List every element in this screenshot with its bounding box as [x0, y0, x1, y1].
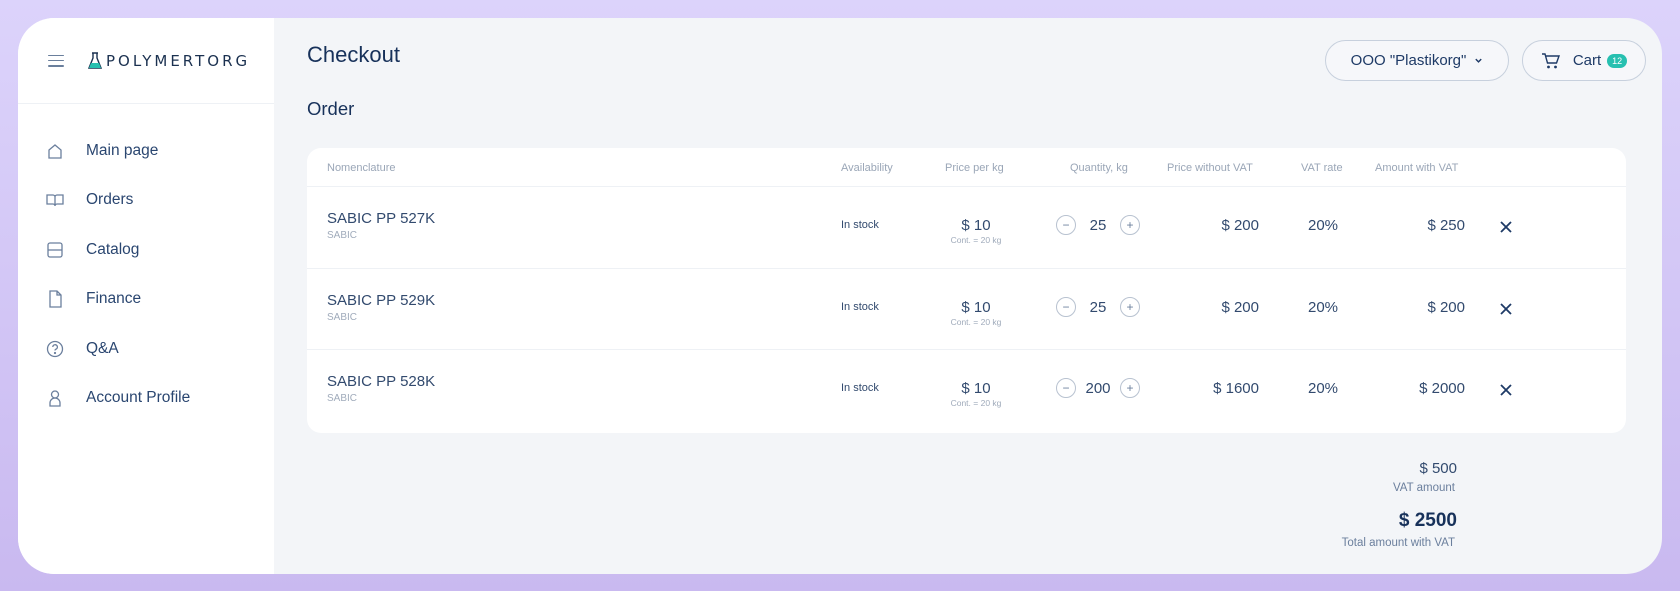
- column-header-vat-rate: VAT rate: [1301, 162, 1343, 174]
- table-row: SABIC PP 528K SABIC In stock $ 10 Cont. …: [307, 350, 1626, 432]
- logo-text: POLYMERTORG: [106, 51, 251, 70]
- order-table: Nomenclature Availability Price per kg Q…: [307, 148, 1626, 433]
- total-amount-label: Total amount with VAT: [1341, 537, 1455, 549]
- chevron-down-icon: [1475, 58, 1483, 63]
- sidebar-item-label: Account Profile: [86, 389, 191, 407]
- question-icon: [46, 340, 64, 358]
- sidebar-nav: Main page Orders Catalog Finance Q&A Acc…: [18, 104, 274, 423]
- sidebar: POLYMERTORG Main page Orders Catalog Fin…: [18, 18, 274, 574]
- sidebar-item-main-page[interactable]: Main page: [18, 126, 274, 176]
- decrease-quantity-button[interactable]: −: [1056, 215, 1076, 235]
- cart-button[interactable]: Cart 12: [1522, 40, 1646, 81]
- product-name[interactable]: SABIC PP 528K: [327, 373, 435, 390]
- quantity-value[interactable]: 25: [1078, 217, 1118, 234]
- column-header-amount-with-vat: Amount with VAT: [1375, 162, 1459, 174]
- sidebar-item-catalog[interactable]: Catalog: [18, 225, 274, 275]
- price-without-vat: $ 1600: [1213, 380, 1259, 397]
- catalog-icon: [46, 241, 64, 259]
- column-header-quantity: Quantity, kg: [1070, 162, 1128, 174]
- sidebar-item-label: Finance: [86, 290, 142, 308]
- main-content: Checkout OOO "Plastikorg" Cart 12 Order …: [274, 18, 1662, 574]
- close-icon[interactable]: [1498, 219, 1514, 235]
- container-info: Cont. = 20 kg: [950, 316, 1002, 327]
- sidebar-item-label: Q&A: [86, 339, 119, 357]
- column-header-price-per-kg: Price per kg: [945, 162, 1004, 174]
- container-info: Cont. = 20 kg: [950, 398, 1002, 408]
- product-name[interactable]: SABIC PP 529K: [327, 292, 435, 309]
- product-brand: SABIC: [327, 311, 358, 323]
- cart-label: Cart: [1572, 52, 1602, 69]
- table-header: Nomenclature Availability Price per kg Q…: [307, 148, 1626, 187]
- document-icon: [46, 290, 64, 308]
- price-per-kg: $ 10: [961, 380, 991, 397]
- book-icon: [46, 191, 64, 209]
- close-icon[interactable]: [1498, 301, 1514, 317]
- availability-status: In stock: [841, 300, 879, 313]
- cart-icon: [1541, 52, 1560, 68]
- sidebar-header: POLYMERTORG: [18, 18, 274, 104]
- availability-status: In stock: [841, 382, 879, 394]
- sidebar-item-finance[interactable]: Finance: [18, 275, 274, 325]
- column-header-nomenclature: Nomenclature: [327, 162, 396, 174]
- menu-icon[interactable]: [48, 54, 64, 67]
- price-per-kg: $ 10: [961, 217, 991, 234]
- amount-with-vat: $ 200: [1427, 298, 1465, 316]
- product-brand: SABIC: [327, 230, 358, 241]
- organization-select-value: OOO "Plastikorg": [1350, 52, 1467, 69]
- logo[interactable]: POLYMERTORG: [88, 52, 250, 70]
- price-per-kg: $ 10: [961, 298, 991, 316]
- page-title: Checkout: [307, 42, 400, 67]
- availability-status: In stock: [841, 219, 879, 231]
- home-icon: [46, 142, 64, 160]
- price-without-vat: $ 200: [1221, 298, 1259, 316]
- sidebar-item-label: Main page: [86, 141, 159, 159]
- flask-icon: [88, 51, 102, 69]
- amount-with-vat: $ 250: [1427, 217, 1465, 234]
- sidebar-item-label: Orders: [86, 191, 134, 209]
- container-info: Cont. = 20 kg: [950, 235, 1002, 245]
- sidebar-item-orders[interactable]: Orders: [18, 176, 274, 226]
- cart-count-badge: 12: [1607, 53, 1628, 68]
- column-header-price-without-vat: Price without VAT: [1167, 162, 1253, 174]
- amount-with-vat: $ 2000: [1419, 380, 1465, 397]
- table-row: SABIC PP 529K SABIC In stock $ 10 Cont. …: [307, 269, 1626, 350]
- product-brand: SABIC: [327, 393, 358, 404]
- user-icon: [46, 389, 64, 407]
- app-window: POLYMERTORG Main page Orders Catalog Fin…: [18, 18, 1662, 574]
- table-row: SABIC PP 527K SABIC In stock $ 10 Cont. …: [307, 187, 1626, 269]
- organization-select[interactable]: OOO "Plastikorg": [1325, 40, 1509, 81]
- decrease-quantity-button[interactable]: −: [1056, 296, 1076, 317]
- total-amount-value: $ 2500: [1398, 510, 1457, 531]
- price-without-vat: $ 200: [1221, 217, 1259, 234]
- decrease-quantity-button[interactable]: −: [1056, 378, 1076, 398]
- order-section-title: Order: [307, 98, 355, 119]
- sidebar-item-account-profile[interactable]: Account Profile: [18, 374, 274, 424]
- vat-amount-value: $ 500: [1419, 460, 1457, 477]
- close-icon[interactable]: [1498, 382, 1514, 398]
- quantity-value[interactable]: 25: [1078, 299, 1118, 316]
- sidebar-item-qa[interactable]: Q&A: [18, 324, 274, 374]
- column-header-availability: Availability: [841, 162, 893, 174]
- vat-amount-label: VAT amount: [1392, 482, 1455, 494]
- quantity-value[interactable]: 200: [1078, 380, 1118, 397]
- product-name[interactable]: SABIC PP 527K: [327, 210, 435, 227]
- sidebar-item-label: Catalog: [86, 240, 140, 258]
